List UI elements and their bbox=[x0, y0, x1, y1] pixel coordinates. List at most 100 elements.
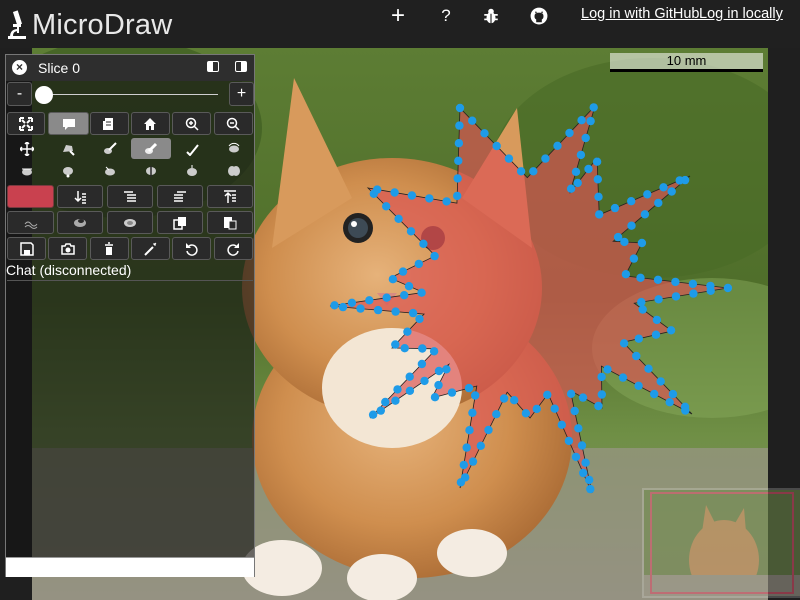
control-point[interactable] bbox=[593, 175, 602, 184]
control-point[interactable] bbox=[405, 386, 415, 395]
control-point[interactable] bbox=[459, 460, 468, 470]
control-point[interactable] bbox=[454, 139, 464, 148]
control-point[interactable] bbox=[381, 397, 390, 407]
control-point[interactable] bbox=[453, 191, 462, 201]
control-point[interactable] bbox=[564, 436, 574, 446]
control-point[interactable] bbox=[636, 273, 645, 282]
control-point[interactable] bbox=[408, 308, 418, 318]
control-point[interactable] bbox=[391, 396, 400, 405]
control-point[interactable] bbox=[456, 478, 466, 487]
control-point[interactable] bbox=[571, 452, 581, 462]
control-point[interactable] bbox=[454, 156, 463, 165]
control-point[interactable] bbox=[400, 291, 409, 300]
control-point[interactable] bbox=[681, 406, 690, 415]
control-point[interactable] bbox=[417, 359, 427, 369]
select-button[interactable] bbox=[7, 160, 47, 181]
control-point[interactable] bbox=[671, 292, 681, 301]
dock-right-icon[interactable] bbox=[235, 61, 247, 72]
slice-slider-track[interactable] bbox=[44, 94, 218, 95]
control-point[interactable] bbox=[425, 194, 434, 203]
move-tool-button[interactable] bbox=[7, 138, 47, 159]
control-point[interactable] bbox=[465, 426, 474, 435]
control-point[interactable] bbox=[404, 282, 414, 291]
control-point[interactable] bbox=[610, 203, 620, 213]
control-point[interactable] bbox=[453, 174, 462, 183]
home-button[interactable] bbox=[130, 112, 170, 135]
control-point[interactable] bbox=[627, 221, 636, 230]
control-point[interactable] bbox=[521, 409, 531, 418]
control-point[interactable] bbox=[574, 424, 583, 433]
control-point[interactable] bbox=[415, 314, 424, 324]
control-point[interactable] bbox=[499, 394, 509, 403]
control-point[interactable] bbox=[543, 390, 552, 399]
delete-button[interactable] bbox=[89, 237, 129, 260]
control-point[interactable] bbox=[464, 383, 474, 393]
send-backward-button[interactable] bbox=[107, 185, 153, 208]
control-point[interactable] bbox=[637, 297, 646, 307]
control-point[interactable] bbox=[650, 389, 659, 399]
control-point[interactable] bbox=[391, 307, 400, 316]
control-point[interactable] bbox=[492, 410, 501, 419]
control-point[interactable] bbox=[492, 141, 501, 151]
login-local-link[interactable]: Log in locally bbox=[699, 6, 783, 22]
control-point[interactable] bbox=[455, 121, 464, 130]
subtract-button[interactable] bbox=[57, 211, 103, 234]
control-point[interactable] bbox=[665, 398, 674, 407]
control-point[interactable] bbox=[634, 381, 643, 390]
control-point[interactable] bbox=[585, 475, 594, 485]
control-point[interactable] bbox=[403, 327, 412, 336]
control-point[interactable] bbox=[382, 293, 391, 302]
control-point[interactable] bbox=[640, 210, 650, 219]
slice-slider-knob[interactable] bbox=[35, 86, 53, 104]
chat-input[interactable] bbox=[6, 557, 254, 577]
control-point[interactable] bbox=[368, 410, 378, 419]
control-point[interactable] bbox=[644, 364, 653, 373]
control-point[interactable] bbox=[656, 377, 665, 386]
control-point[interactable] bbox=[532, 404, 541, 414]
control-point[interactable] bbox=[510, 396, 519, 405]
control-point[interactable] bbox=[468, 116, 477, 125]
control-point[interactable] bbox=[581, 458, 590, 467]
control-point[interactable] bbox=[434, 366, 444, 376]
control-point[interactable] bbox=[338, 302, 348, 312]
control-point[interactable] bbox=[584, 164, 593, 174]
control-point[interactable] bbox=[651, 330, 661, 339]
control-point[interactable] bbox=[667, 187, 676, 196]
draw-button[interactable] bbox=[90, 138, 130, 159]
slice-next-button[interactable]: + bbox=[229, 82, 254, 106]
control-point[interactable] bbox=[586, 484, 595, 494]
control-point[interactable] bbox=[373, 305, 383, 315]
region-color-swatch[interactable] bbox=[7, 185, 54, 208]
magic-wand-button[interactable] bbox=[130, 237, 170, 260]
rotate-button[interactable] bbox=[214, 138, 254, 159]
draw-polygon-button[interactable] bbox=[48, 138, 88, 159]
zoom-in-button[interactable] bbox=[172, 112, 212, 135]
paste-button[interactable] bbox=[207, 211, 253, 234]
control-point[interactable] bbox=[541, 154, 550, 163]
undo-button[interactable] bbox=[172, 237, 212, 260]
control-point[interactable] bbox=[627, 197, 636, 206]
login-github-link[interactable]: Log in with GitHub bbox=[581, 6, 699, 22]
control-point[interactable] bbox=[430, 393, 440, 402]
delete-point-button[interactable] bbox=[90, 160, 130, 181]
screenshot-button[interactable] bbox=[48, 237, 88, 260]
zoom-out-button[interactable] bbox=[213, 112, 253, 135]
send-to-back-button[interactable] bbox=[57, 185, 103, 208]
control-point[interactable] bbox=[620, 237, 629, 247]
control-point[interactable] bbox=[586, 116, 595, 126]
navigator-minimap[interactable] bbox=[642, 488, 800, 598]
control-point[interactable] bbox=[618, 373, 628, 382]
control-point[interactable] bbox=[577, 116, 586, 125]
help-icon[interactable]: ? bbox=[435, 5, 457, 27]
control-point[interactable] bbox=[455, 103, 465, 113]
control-point[interactable] bbox=[398, 267, 408, 276]
control-point[interactable] bbox=[430, 251, 439, 261]
control-point[interactable] bbox=[689, 289, 698, 298]
control-point[interactable] bbox=[388, 275, 398, 284]
control-point[interactable] bbox=[356, 304, 365, 313]
control-point[interactable] bbox=[603, 365, 612, 374]
control-point[interactable] bbox=[637, 238, 647, 248]
control-point[interactable] bbox=[476, 441, 485, 450]
control-point[interactable] bbox=[594, 192, 603, 201]
dock-left-icon[interactable] bbox=[207, 61, 219, 72]
